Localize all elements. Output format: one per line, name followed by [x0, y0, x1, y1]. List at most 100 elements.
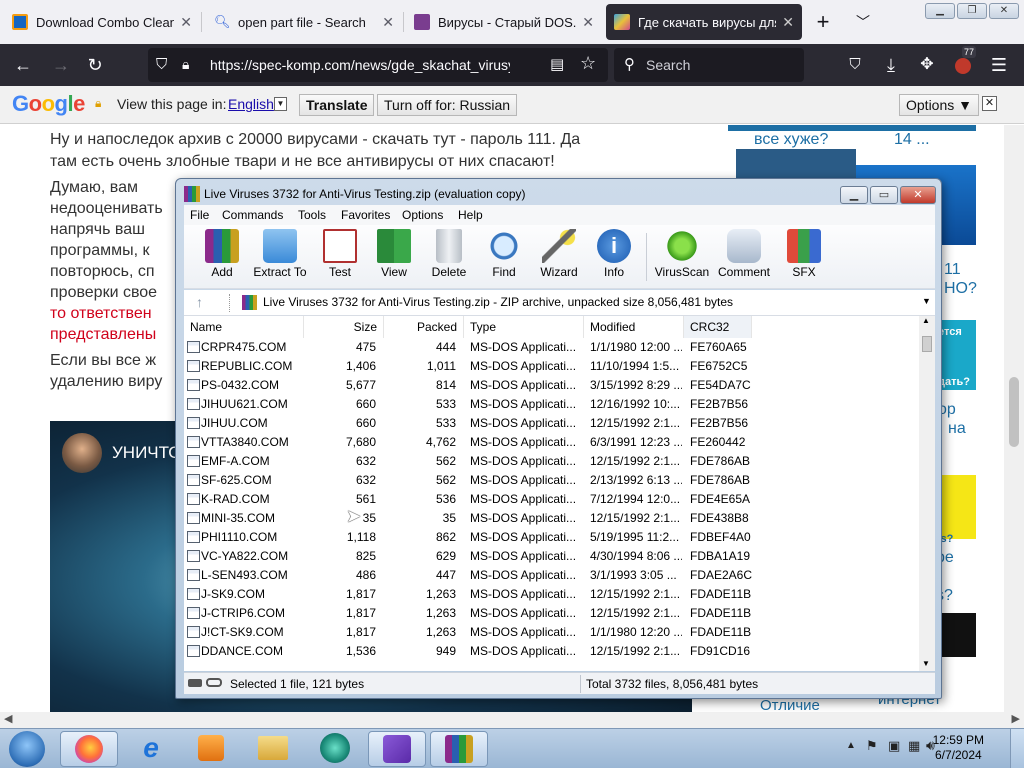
table-row[interactable]: REPUBLIC.COM 1,406 1,011 MS-DOS Applicati..…: [184, 357, 927, 376]
hamburger-menu-icon[interactable]: ☰: [984, 50, 1014, 80]
search-bar[interactable]: ⚲ Search: [614, 48, 804, 82]
options-button[interactable]: Options ▼: [899, 94, 979, 116]
show-hidden-icons-icon[interactable]: ▲: [846, 740, 856, 751]
minimize-button[interactable]: ▁: [925, 3, 955, 19]
language-dropdown-icon[interactable]: ▼: [274, 97, 287, 111]
reader-view-icon[interactable]: ▤: [550, 55, 564, 73]
tab-active[interactable]: Где скачать вирусы для пр ✕: [606, 4, 802, 40]
url-text[interactable]: https://spec-komp.com/news/gde_skachat_v…: [210, 57, 510, 73]
clock[interactable]: 12:59 PM 6/7/2024: [933, 733, 984, 763]
translate-button[interactable]: Translate: [299, 94, 375, 116]
comment-button[interactable]: Comment: [712, 229, 776, 279]
start-button[interactable]: [2, 731, 52, 767]
menu-help[interactable]: Help: [458, 208, 483, 222]
maximize-button[interactable]: ▭: [870, 186, 898, 204]
table-row[interactable]: EMF-A.COM 632 562 MS-DOS Applicati... 12/15/…: [184, 452, 927, 471]
scroll-up-icon[interactable]: ▲: [922, 316, 930, 325]
table-row[interactable]: CRPR475.COM 475 444 MS-DOS Applicati... 1/1/…: [184, 338, 927, 357]
virusscan-button[interactable]: VirusScan: [650, 229, 714, 279]
taskbar-visual-studio[interactable]: [368, 731, 426, 767]
turn-off-button[interactable]: Turn off for: Russian: [377, 94, 518, 116]
back-arrow-icon[interactable]: ←: [8, 50, 38, 80]
sidebar-link[interactable]: 14 ...: [894, 131, 930, 149]
show-desktop-button[interactable]: [1010, 729, 1024, 768]
taskbar-internet-explorer[interactable]: e: [122, 731, 180, 767]
path-dropdown-icon[interactable]: ▼: [922, 296, 931, 306]
menu-commands[interactable]: Commands: [222, 208, 283, 222]
address-bar[interactable]: ⛉ 🔒︎ https://spec-komp.com/news/gde_skac…: [148, 48, 608, 82]
sidebar-link[interactable]: 11: [944, 261, 961, 279]
close-tab-icon[interactable]: ✕: [180, 14, 192, 31]
menu-file[interactable]: File: [190, 208, 209, 222]
bookmark-star-icon[interactable]: ☆: [580, 53, 596, 74]
scroll-left-icon[interactable]: ◀: [4, 712, 12, 725]
column-name[interactable]: Name: [184, 316, 304, 338]
table-row[interactable]: J-SK9.COM 1,817 1,263 MS-DOS Applicati... 12…: [184, 585, 927, 604]
column-modified[interactable]: Modified: [584, 316, 684, 338]
table-row[interactable]: K-RAD.COM 561 536 MS-DOS Applicati... 7/12/1…: [184, 490, 927, 509]
close-tab-icon[interactable]: ✕: [782, 14, 794, 31]
close-icon[interactable]: ✕: [982, 96, 997, 111]
close-button[interactable]: ✕: [989, 3, 1019, 19]
page-vertical-scrollbar[interactable]: [1004, 125, 1024, 712]
column-crc32[interactable]: CRC32: [684, 316, 752, 338]
forward-arrow-icon[interactable]: →: [46, 50, 76, 80]
restore-button[interactable]: ❐: [957, 3, 987, 19]
display-icon[interactable]: ▣: [888, 738, 900, 754]
tab-viruses-old-dos[interactable]: Вирусы - Старый DOS. Ab ✕: [406, 4, 602, 40]
table-row[interactable]: PS-0432.COM 5,677 814 MS-DOS Applicati... 3/…: [184, 376, 927, 395]
table-row[interactable]: SF-625.COM 632 562 MS-DOS Applicati... 2/13/…: [184, 471, 927, 490]
close-tab-icon[interactable]: ✕: [382, 14, 394, 31]
table-row[interactable]: JIHUU621.COM 660 533 MS-DOS Applicati... 12/…: [184, 395, 927, 414]
menu-options[interactable]: Options: [402, 208, 443, 222]
action-center-flag-icon[interactable]: ⚑: [866, 738, 878, 754]
info-button[interactable]: i Info: [582, 229, 646, 279]
column-type[interactable]: Type: [464, 316, 584, 338]
table-row[interactable]: L-SEN493.COM 486 447 MS-DOS Applicati... 3/1…: [184, 566, 927, 585]
table-row[interactable]: J!CT-SK9.COM 1,817 1,263 MS-DOS Applicati..…: [184, 623, 927, 642]
scroll-right-icon[interactable]: ▶: [1012, 712, 1020, 725]
add-button[interactable]: Add: [190, 229, 254, 279]
reload-icon[interactable]: ↻: [80, 50, 110, 80]
table-row[interactable]: MINI-35.COM 35 35 MS-DOS Applicati... 12/15/…: [184, 509, 927, 528]
list-all-tabs-chevron-down-icon[interactable]: ﹀: [848, 7, 878, 37]
sidebar-link[interactable]: все хуже?: [754, 131, 828, 149]
table-row[interactable]: JIHUU.COM 660 533 MS-DOS Applicati... 12/15/…: [184, 414, 927, 433]
sfx-button[interactable]: SFX: [772, 229, 836, 279]
tracking-shield-icon[interactable]: ⛉: [156, 56, 167, 73]
taskbar-firefox[interactable]: [60, 731, 118, 767]
tab-combo-cleaner[interactable]: Download Combo Cleaner ✕: [4, 4, 200, 40]
addon-icon[interactable]: 77: [948, 46, 978, 80]
extract-to-button[interactable]: Extract To: [248, 229, 312, 279]
extensions-puzzle-icon[interactable]: ✥: [912, 50, 942, 80]
sidebar-link[interactable]: на: [948, 420, 966, 438]
close-tab-icon[interactable]: ✕: [582, 14, 594, 31]
menu-favorites[interactable]: Favorites: [341, 208, 390, 222]
page-horizontal-scrollbar[interactable]: ◀ ▶: [0, 712, 1024, 728]
taskbar-app[interactable]: [306, 731, 364, 767]
close-button[interactable]: ✕: [900, 186, 936, 204]
minimize-button[interactable]: ▁: [840, 186, 868, 204]
taskbar-media-player[interactable]: [182, 731, 240, 767]
taskbar-explorer[interactable]: [244, 731, 302, 767]
scroll-down-icon[interactable]: ▼: [922, 659, 930, 668]
pocket-icon[interactable]: ⛉: [840, 50, 870, 80]
table-row[interactable]: VC-YA822.COM 825 629 MS-DOS Applicati... 4/3…: [184, 547, 927, 566]
network-icon[interactable]: ▦: [908, 738, 920, 754]
menu-tools[interactable]: Tools: [298, 208, 326, 222]
up-arrow-icon[interactable]: ↑: [196, 294, 203, 310]
downloads-icon[interactable]: ⤓: [876, 50, 906, 80]
language-select[interactable]: English: [228, 96, 274, 112]
table-row[interactable]: PHI1110.COM 1,118 862 MS-DOS Applicati... 5/…: [184, 528, 927, 547]
file-list-scrollbar[interactable]: ▲ ▼: [919, 316, 935, 671]
lock-icon[interactable]: 🔒︎: [182, 56, 189, 73]
tab-search[interactable]: 🔍︎ open part file - Search ✕: [206, 4, 402, 40]
scroll-thumb[interactable]: [1009, 377, 1019, 447]
scroll-thumb[interactable]: [922, 336, 932, 352]
new-tab-button[interactable]: +: [808, 7, 838, 37]
table-row[interactable]: J-CTRIP6.COM 1,817 1,263 MS-DOS Applicati..…: [184, 604, 927, 623]
column-packed[interactable]: Packed: [384, 316, 464, 338]
column-size[interactable]: Size: [304, 316, 384, 338]
table-row[interactable]: VTTA3840.COM 7,680 4,762 MS-DOS Applicati..…: [184, 433, 927, 452]
sidebar-link[interactable]: НО?: [944, 280, 977, 298]
